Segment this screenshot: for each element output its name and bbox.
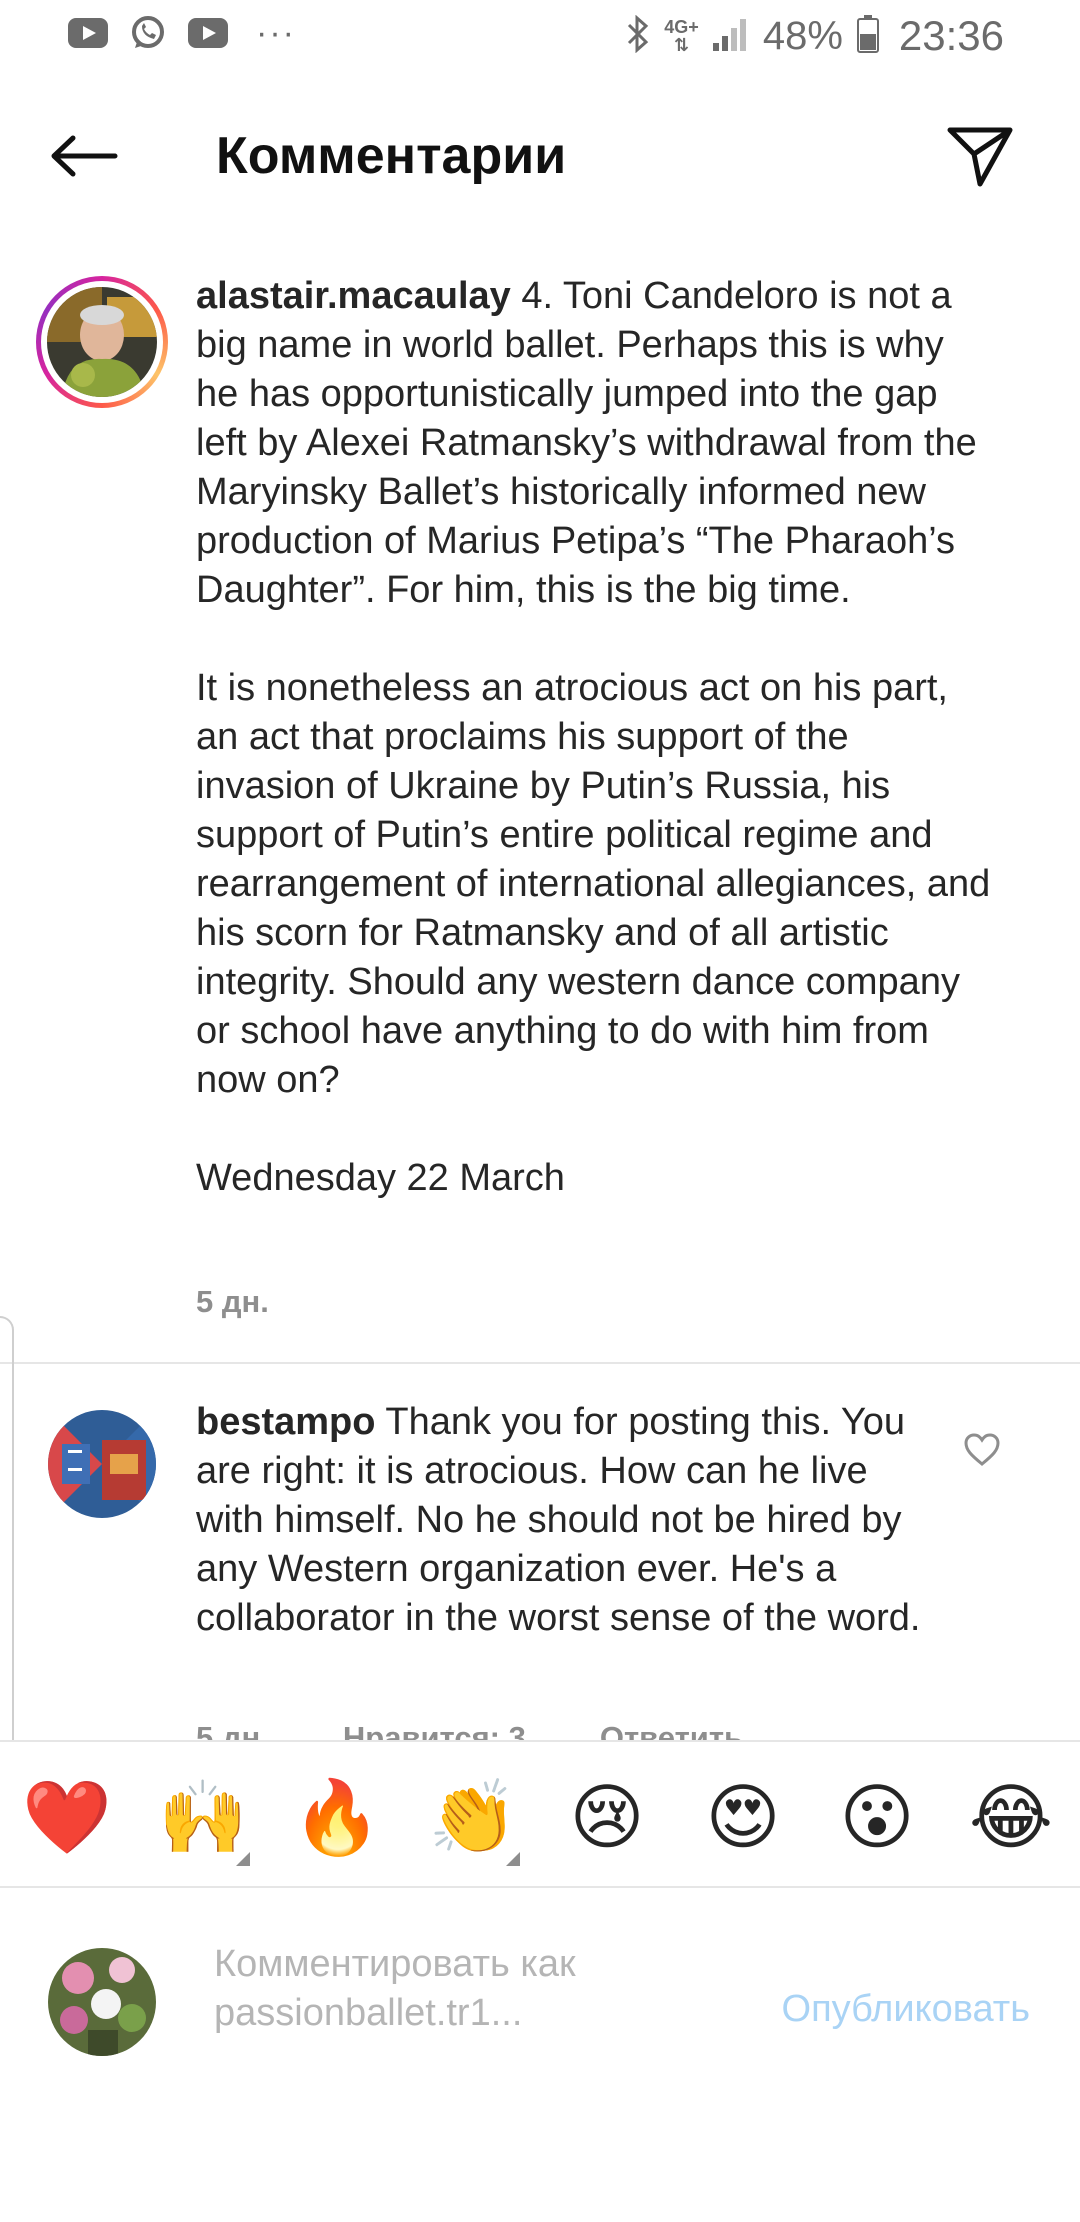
avatar-image	[47, 287, 157, 397]
scroll-indicator	[0, 1316, 14, 1758]
battery-percent: 48%	[762, 13, 843, 58]
comment-composer: Комментировать как passionballet.tr1... …	[0, 1886, 1080, 2222]
signal-icon	[712, 17, 749, 56]
divider	[0, 1362, 1080, 1364]
emoji-heart[interactable]: ❤️	[22, 1772, 112, 1862]
back-button[interactable]	[44, 120, 124, 192]
avatar-image	[48, 1410, 156, 1518]
like-button[interactable]	[958, 1426, 1006, 1474]
comment-time: 5 дн.	[196, 1284, 269, 1319]
comment-text: alastair.macaulay 4. Toni Candeloro is n…	[196, 272, 996, 1203]
avatar-alastair[interactable]	[36, 276, 168, 408]
comment-date: Wednesday 22 March	[196, 1157, 565, 1199]
youtube-icon	[68, 17, 108, 49]
emoji-fire[interactable]: 🔥	[292, 1772, 382, 1862]
comment-paragraph: 4. Toni Candeloro is not a big name in w…	[196, 275, 977, 611]
network-type: 4G+ ⇅	[664, 17, 699, 55]
emoji-joy[interactable]: 😂	[966, 1772, 1056, 1862]
emoji-clap[interactable]: 👏	[428, 1772, 520, 1866]
heart-outline-icon	[964, 1433, 1000, 1466]
bluetooth-icon	[626, 14, 650, 58]
whatsapp-icon	[128, 16, 168, 49]
emoji-heart-eyes[interactable]: 😍	[698, 1772, 788, 1862]
clock: 23:36	[898, 12, 1004, 59]
emoji-crying[interactable]: 😢	[562, 1772, 652, 1862]
avatar-bestampo[interactable]	[48, 1410, 156, 1518]
current-user-avatar	[48, 1948, 156, 2056]
comment-username[interactable]: bestampo	[196, 1401, 375, 1443]
notification-icons: ···	[68, 16, 296, 50]
battery-icon	[856, 14, 879, 58]
skin-tone-indicator	[236, 1852, 250, 1866]
arrow-left-icon	[51, 135, 118, 177]
system-indicators: 4G+ ⇅ 48% 23:36	[626, 12, 1004, 60]
skin-tone-indicator	[506, 1852, 520, 1866]
comment-meta: 5 дн.	[196, 1284, 269, 1320]
avatar-image	[48, 1948, 156, 2056]
emoji-surprised[interactable]: 😮	[832, 1772, 922, 1862]
more-dots-icon: ···	[256, 14, 296, 52]
comment-text: bestampo Thank you for posting this. You…	[196, 1398, 926, 1643]
comment-username[interactable]: alastair.macaulay	[196, 275, 511, 317]
comment-paragraph: It is nonetheless an atrocious act on hi…	[196, 667, 991, 1101]
share-button[interactable]	[940, 116, 1020, 196]
send-icon	[947, 127, 1013, 187]
emoji-raised-hands[interactable]: 🙌	[158, 1772, 250, 1866]
emoji-bar: ❤️ 🙌 🔥 👏 😢 😍 😮 😂	[0, 1740, 1080, 1892]
youtube-icon	[188, 17, 228, 49]
status-bar: ··· 4G+ ⇅ 48% 23:36	[0, 0, 1080, 72]
page-title: Комментарии	[216, 127, 567, 185]
publish-button[interactable]: Опубликовать	[782, 1988, 1030, 2031]
app-header: Комментарии	[0, 90, 1080, 220]
comment-input[interactable]: Комментировать как passionballet.tr1...	[214, 1940, 734, 2038]
